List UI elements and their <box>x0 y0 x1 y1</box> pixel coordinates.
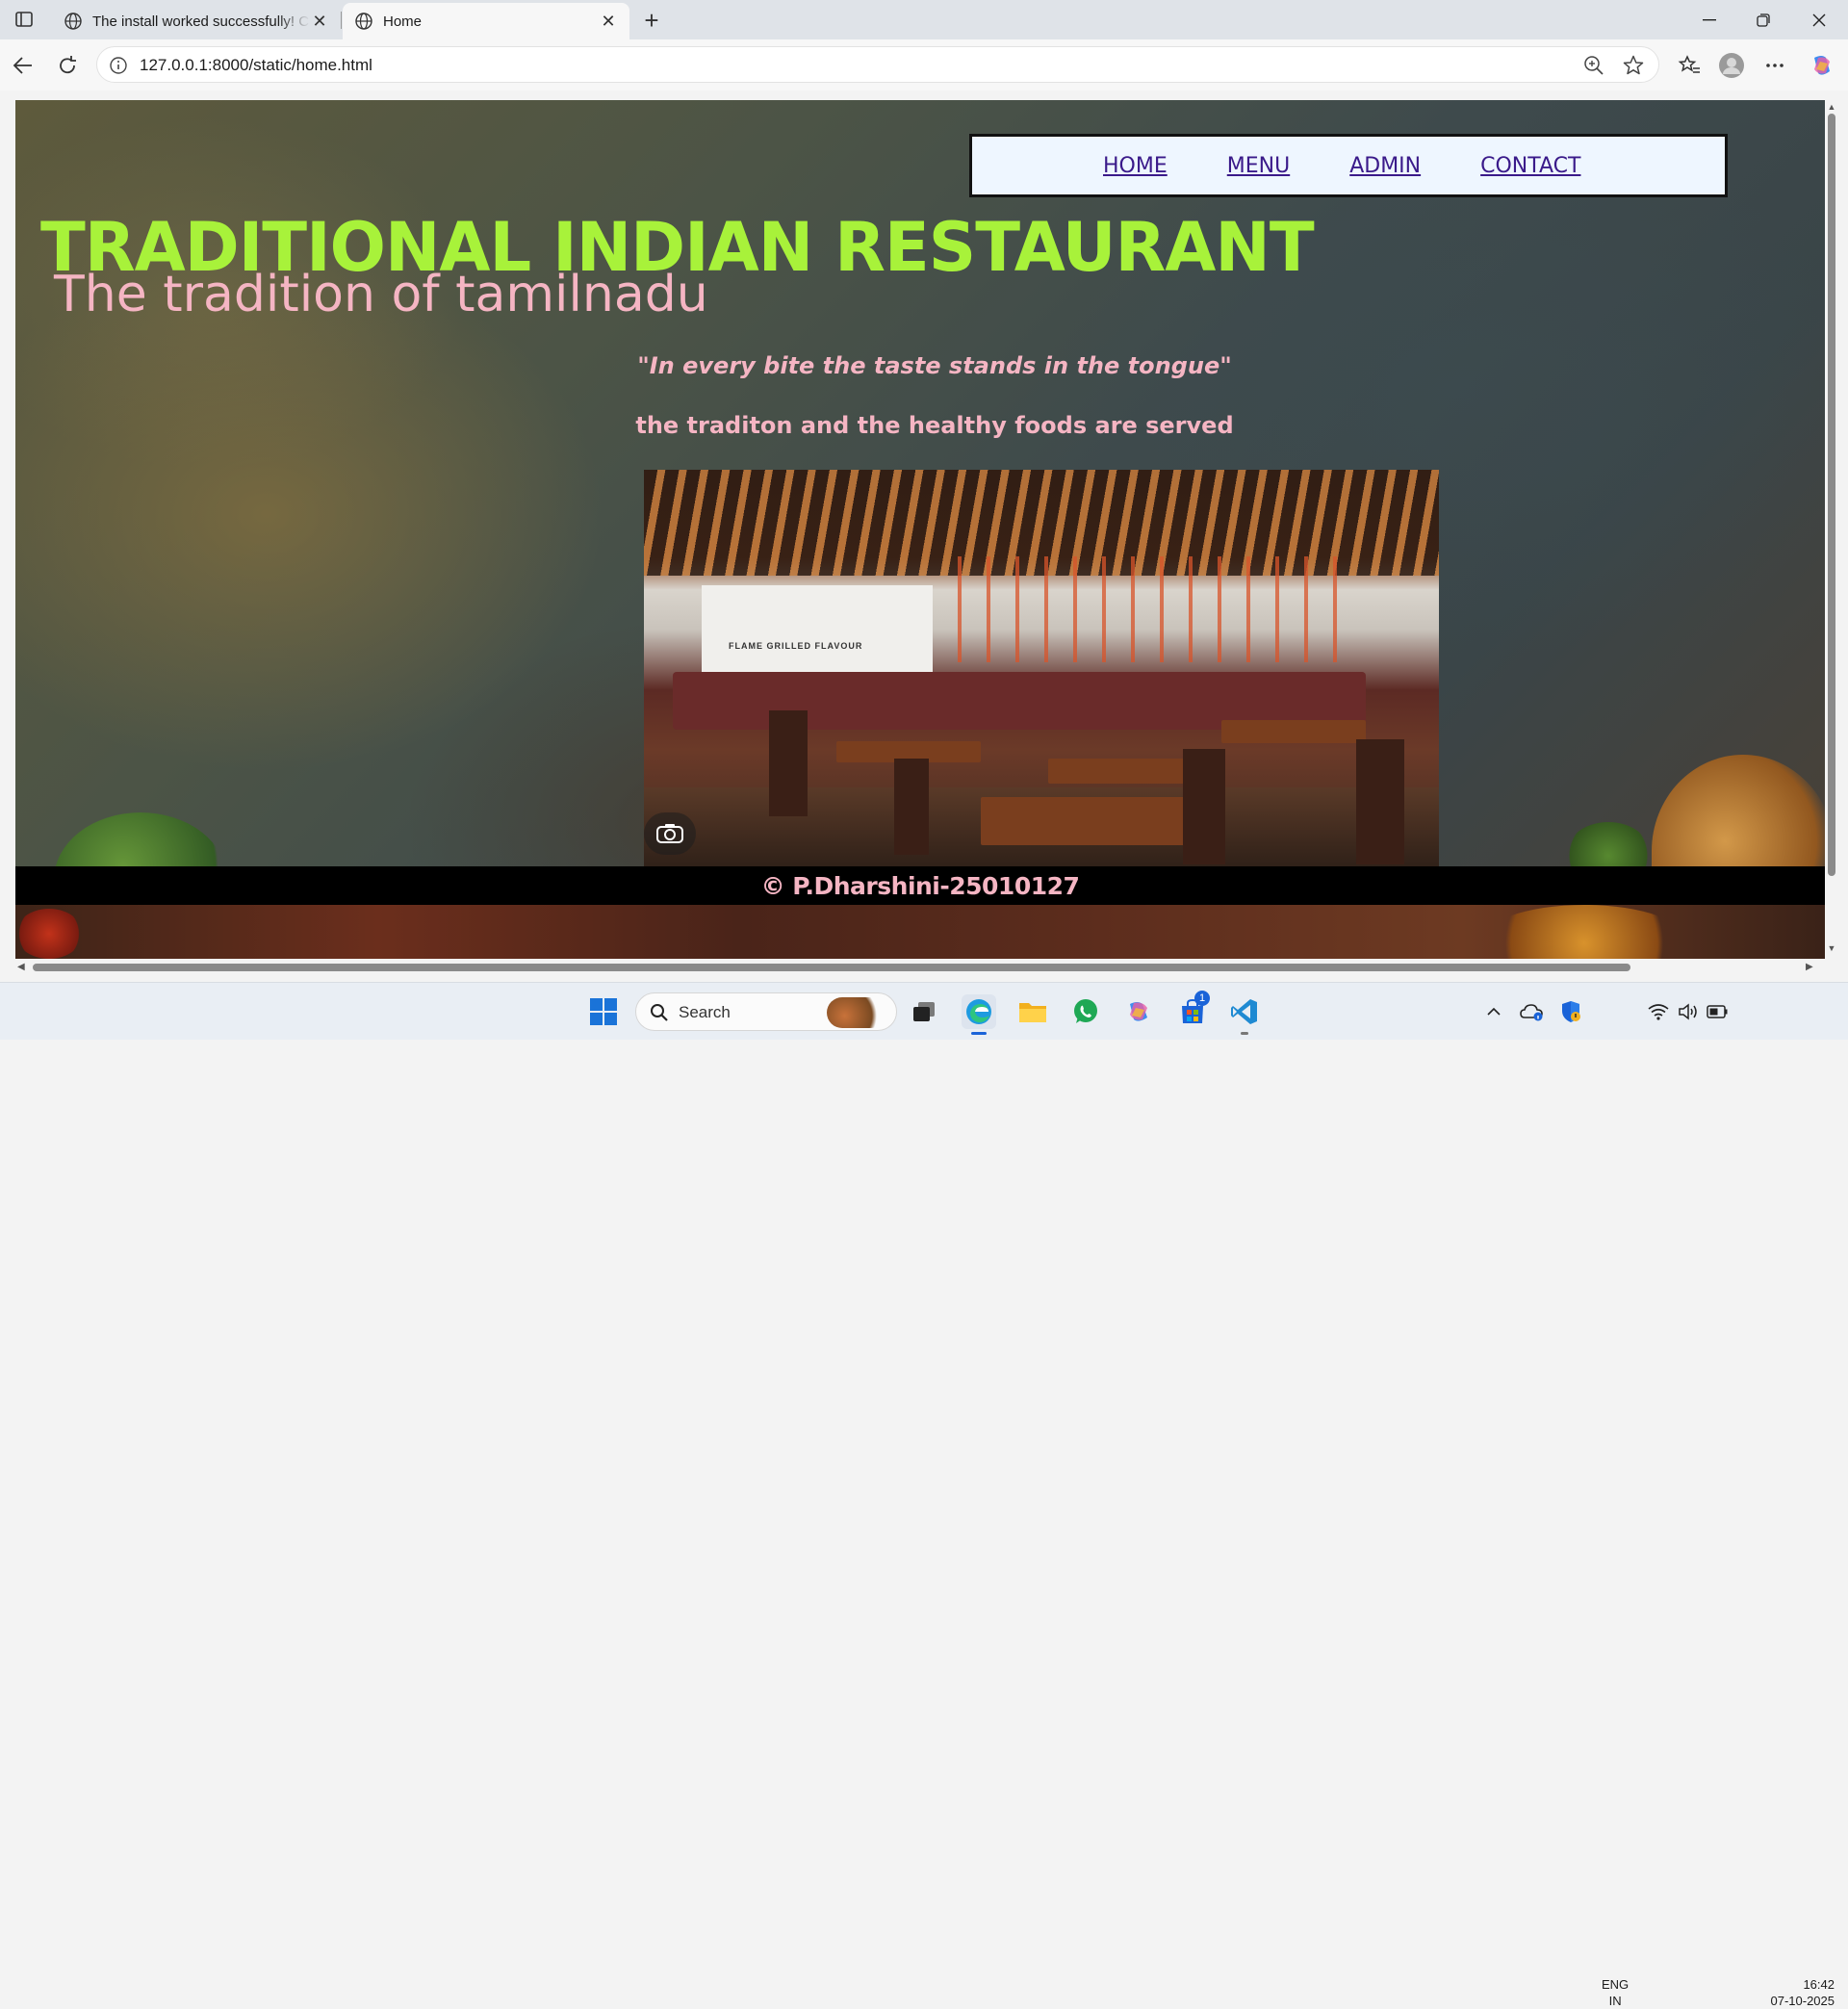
address-bar[interactable]: 127.0.0.1:8000/static/home.html <box>96 46 1659 83</box>
photo-table <box>981 797 1212 845</box>
volume-icon[interactable] <box>1675 994 1702 1029</box>
horizontal-scroll-thumb[interactable] <box>33 964 1630 971</box>
scroll-down-arrow-icon[interactable]: ▼ <box>1827 943 1836 953</box>
running-indicator <box>1241 1032 1248 1035</box>
zoom-icon[interactable] <box>1583 55 1604 76</box>
tab-actions-icon[interactable] <box>12 9 37 30</box>
tab-separator <box>341 12 342 29</box>
edge-browser-icon[interactable] <box>962 994 996 1035</box>
photo-wall-sign: FLAME GRILLED FLAVOUR <box>729 641 863 651</box>
profile-avatar[interactable] <box>1717 51 1746 80</box>
language-region: IN <box>1608 1994 1622 2008</box>
photo-chair <box>1356 739 1404 864</box>
vscode-icon[interactable] <box>1227 994 1262 1035</box>
microsoft-store-icon[interactable]: 1 <box>1175 991 1210 1029</box>
browser-toolbar: 127.0.0.1:8000/static/home.html <box>0 39 1848 90</box>
photo-wall <box>702 585 933 672</box>
search-icon <box>651 1004 668 1021</box>
clock[interactable]: 16:42 07-10-2025 <box>1746 1976 1835 2009</box>
copilot-icon[interactable] <box>1808 51 1836 80</box>
nav-home-link[interactable]: HOME <box>1103 154 1168 178</box>
visual-search-icon[interactable] <box>644 812 696 855</box>
globe-icon <box>355 13 372 30</box>
whatsapp-icon[interactable] <box>1068 994 1103 1029</box>
active-indicator <box>971 1032 987 1035</box>
more-options-icon[interactable] <box>1760 51 1789 80</box>
footer-copyright: © P.Dharshini-25010127 <box>760 871 1080 900</box>
close-tab-icon[interactable]: ✕ <box>310 12 329 31</box>
clock-date: 07-10-2025 <box>1770 1994 1835 2008</box>
close-tab-icon[interactable]: ✕ <box>599 12 618 31</box>
browser-tab-strip: The install worked successfully! Co ✕ Ho… <box>0 0 1848 39</box>
tab-home[interactable]: Home ✕ <box>343 3 629 39</box>
photo-table <box>1221 720 1366 743</box>
search-placeholder: Search <box>679 1003 731 1021</box>
start-windows-icon[interactable] <box>586 994 621 1029</box>
security-shield-icon[interactable] <box>1553 994 1588 1029</box>
page-viewport: HOME MENU ADMIN CONTACT TRADITIONAL INDI… <box>15 100 1825 959</box>
nav-menu-link[interactable]: MENU <box>1227 154 1290 178</box>
vertical-scroll-thumb[interactable] <box>1828 114 1835 876</box>
tab-django-install[interactable]: The install worked successfully! Co ✕ <box>52 3 341 39</box>
photo-lamps <box>933 556 1337 662</box>
scroll-up-arrow-icon[interactable]: ▲ <box>1827 102 1836 112</box>
site-info-icon[interactable] <box>109 56 128 75</box>
vertical-scrollbar[interactable]: ▲ ▼ <box>1825 100 1838 959</box>
onedrive-icon[interactable] <box>1515 994 1550 1029</box>
show-hidden-icons-chevron-icon[interactable] <box>1476 994 1511 1029</box>
page-footer: © P.Dharshini-25010127 <box>15 866 1825 905</box>
photo-chair <box>769 710 808 816</box>
favorites-icon[interactable] <box>1675 51 1704 80</box>
quote-text: "In every bite the taste stands in the t… <box>637 352 1232 379</box>
language-indicator[interactable]: ENG IN <box>1602 1976 1629 2009</box>
horizontal-scrollbar[interactable]: ◀ ▶ <box>15 959 1825 976</box>
main-nav: HOME MENU ADMIN CONTACT <box>969 134 1728 197</box>
page-subtitle: The tradition of tamilnadu <box>54 266 708 323</box>
photo-chair <box>1183 749 1225 864</box>
file-explorer-icon[interactable] <box>1015 994 1050 1029</box>
scroll-left-arrow-icon[interactable]: ◀ <box>17 962 25 972</box>
taskbar-search[interactable]: Search <box>635 992 897 1031</box>
windows-taskbar: Search 1 ENG IN 16:42 07-10-2025 <box>0 982 1848 2008</box>
task-view-icon[interactable] <box>907 994 941 1029</box>
language-code: ENG <box>1602 1977 1630 1992</box>
tagline-text: the traditon and the healthy foods are s… <box>635 412 1234 439</box>
new-tab-button[interactable]: + <box>639 6 664 35</box>
scroll-right-arrow-icon[interactable]: ▶ <box>1806 962 1813 972</box>
photo-chair <box>894 759 929 855</box>
copilot-app-icon[interactable] <box>1121 994 1156 1029</box>
background-tomato <box>15 909 83 959</box>
url-text[interactable]: 127.0.0.1:8000/static/home.html <box>140 56 372 75</box>
globe-icon <box>64 13 82 30</box>
restaurant-interior-image: FLAME GRILLED FLAVOUR <box>644 470 1439 870</box>
refresh-button[interactable] <box>54 52 81 79</box>
nav-admin-link[interactable]: ADMIN <box>1349 154 1421 178</box>
tab-title: Home <box>383 13 423 30</box>
nav-contact-link[interactable]: CONTACT <box>1480 154 1580 178</box>
close-window-button[interactable] <box>1792 0 1846 39</box>
minimize-button[interactable] <box>1682 0 1736 39</box>
wifi-icon[interactable] <box>1644 994 1673 1029</box>
search-highlight-image <box>827 997 886 1028</box>
battery-icon[interactable] <box>1704 994 1731 1029</box>
clock-time: 16:42 <box>1803 1977 1835 1992</box>
favorite-star-icon[interactable] <box>1622 54 1645 77</box>
restore-button[interactable] <box>1736 0 1790 39</box>
back-button[interactable] <box>10 52 37 79</box>
tab-title: The install worked successfully! Co <box>92 13 310 30</box>
notification-badge: 1 <box>1194 991 1210 1006</box>
